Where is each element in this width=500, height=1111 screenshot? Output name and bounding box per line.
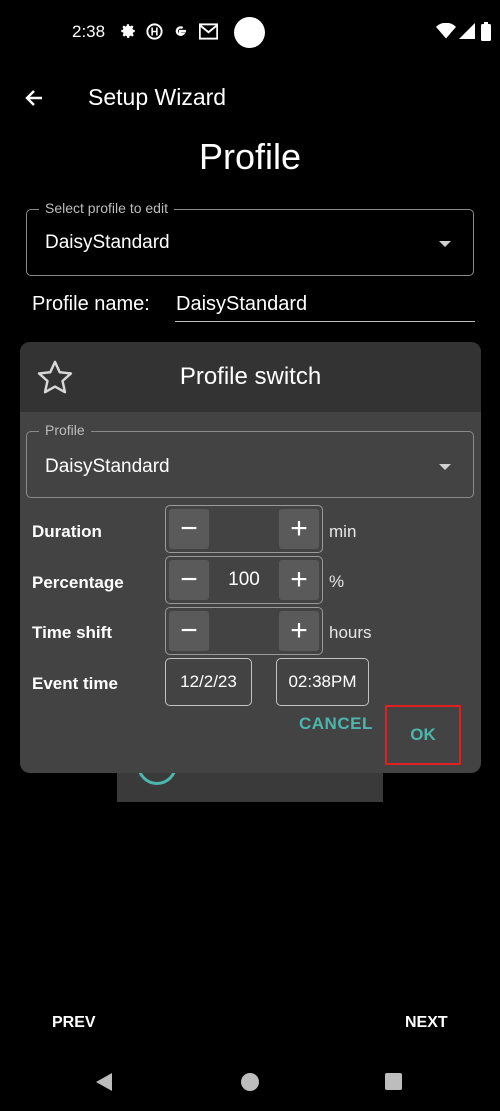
- time-shift-stepper: − +: [165, 607, 323, 655]
- event-date-button[interactable]: 12/2/23: [165, 658, 252, 706]
- percentage-value[interactable]: 100: [210, 569, 278, 591]
- duration-unit: min: [329, 522, 357, 541]
- google-icon: [170, 21, 190, 41]
- dropdown-arrow-icon: [439, 241, 451, 247]
- profile-select-label: Select profile to edit: [39, 200, 174, 216]
- ok-button[interactable]: OK: [410, 725, 436, 745]
- percentage-minus-button[interactable]: −: [169, 560, 209, 600]
- vpn-icon: [144, 21, 164, 41]
- percentage-stepper: − 100 +: [165, 556, 323, 604]
- time-shift-label: Time shift: [32, 623, 112, 642]
- app-bar: Setup Wizard: [0, 70, 500, 126]
- duration-label: Duration: [32, 522, 102, 541]
- back-triangle-icon[interactable]: [94, 1072, 114, 1092]
- duration-minus-button[interactable]: −: [169, 509, 209, 549]
- percentage-label: Percentage: [32, 573, 124, 592]
- ok-button-highlight: OK: [385, 705, 461, 765]
- time-shift-unit: hours: [329, 623, 372, 642]
- dialog-title: Profile switch: [179, 363, 322, 390]
- page-title: Profile: [198, 136, 302, 177]
- home-circle-icon[interactable]: [240, 1072, 260, 1092]
- profile-name-input[interactable]: DaisyStandard: [175, 290, 475, 322]
- app-title: Setup Wizard: [88, 84, 227, 110]
- percentage-unit: %: [329, 572, 345, 591]
- camera-cutout: [234, 17, 265, 48]
- prev-button[interactable]: PREV: [52, 1014, 96, 1032]
- battery-icon: [476, 21, 496, 41]
- gear-icon: [118, 21, 138, 41]
- dropdown-arrow-icon: [439, 464, 451, 470]
- recents-square-icon[interactable]: [384, 1072, 403, 1091]
- profile-name-label: Profile name:: [32, 293, 150, 315]
- profile-switch-dialog: Profile switch Profile DaisyStandard Dur…: [20, 342, 481, 773]
- status-time: 2:38: [72, 22, 106, 41]
- wifi-icon: [436, 21, 456, 41]
- back-arrow-icon[interactable]: [18, 82, 50, 114]
- percentage-plus-button[interactable]: +: [279, 560, 319, 600]
- event-time-label: Event time: [32, 674, 118, 693]
- time-shift-plus-button[interactable]: +: [279, 611, 319, 651]
- profile-select-value: DaisyStandard: [45, 232, 170, 253]
- cancel-button[interactable]: CANCEL: [299, 714, 373, 734]
- dialog-profile-label: Profile: [39, 422, 91, 438]
- time-shift-minus-button[interactable]: −: [169, 611, 209, 651]
- profile-name-value: DaisyStandard: [176, 293, 308, 315]
- duration-stepper: − +: [165, 505, 323, 553]
- system-nav-bar: [0, 1058, 500, 1108]
- signal-icon: [457, 21, 477, 41]
- gmail-icon: [198, 21, 218, 41]
- status-bar: 2:38: [0, 0, 500, 64]
- profile-select-dropdown[interactable]: Select profile to edit DaisyStandard: [26, 200, 474, 276]
- duration-plus-button[interactable]: +: [279, 509, 319, 549]
- dialog-profile-value: DaisyStandard: [45, 456, 170, 477]
- dialog-header: Profile switch: [20, 342, 481, 412]
- next-button[interactable]: NEXT: [405, 1014, 448, 1032]
- dialog-profile-dropdown[interactable]: Profile DaisyStandard: [26, 422, 474, 498]
- event-time-button[interactable]: 02:38PM: [276, 658, 369, 706]
